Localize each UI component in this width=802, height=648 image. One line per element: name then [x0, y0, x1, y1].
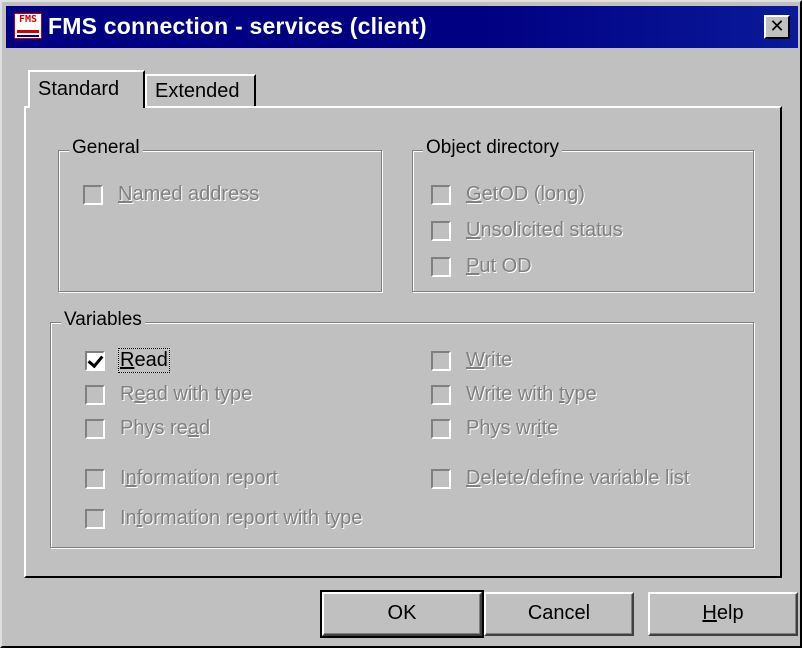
- label-mnemonic: f: [136, 507, 143, 529]
- label-first-letter: U: [466, 219, 481, 241]
- label-mnemonic: t: [558, 383, 565, 405]
- label-first-letter: R: [120, 349, 135, 371]
- checkbox-box[interactable]: [85, 509, 105, 529]
- checkbox-box[interactable]: [431, 385, 451, 405]
- checkbox-label: Delete/define variable list: [466, 467, 690, 489]
- cancel-button-label: Cancel: [527, 602, 591, 624]
- tab-standard-label: Standard: [38, 78, 120, 100]
- label-first-letter: W: [466, 349, 485, 371]
- checkbox-label: Write with type: [466, 383, 597, 405]
- object-directory-legend: Object directory: [423, 137, 563, 159]
- checkbox-box[interactable]: [85, 385, 105, 405]
- checkbox-box[interactable]: [431, 185, 451, 205]
- cancel-button[interactable]: Cancel: [484, 592, 634, 636]
- checkbox-label: Unsolicited status: [466, 219, 623, 241]
- help-button-label: Help: [702, 602, 744, 624]
- checkbox-box[interactable]: [431, 419, 451, 439]
- checkbox-label: Put OD: [466, 255, 532, 277]
- checkbox-label: GetOD (long): [466, 183, 585, 205]
- checkbox-label: Information report with type: [120, 507, 363, 529]
- label-mnemonic: e: [134, 383, 146, 405]
- label-first-letter: P: [466, 255, 480, 277]
- window-title: FMS connection - services (client): [48, 13, 427, 39]
- checkbox-label: Information report: [120, 467, 278, 489]
- tab-extended-label: Extended: [155, 80, 240, 102]
- checkbox-label: Write: [466, 349, 513, 371]
- checkbox-label: Phys read: [120, 417, 211, 439]
- label-first-letter: G: [466, 183, 482, 205]
- ok-button-label: OK: [387, 602, 417, 624]
- checkbox-box[interactable]: [431, 221, 451, 241]
- checkbox-label: Read with type: [120, 383, 253, 405]
- general-group-legend: General: [69, 137, 143, 159]
- dialog-window: FMS FMS connection - services (client) ✕…: [0, 0, 802, 648]
- label-first-letter: H: [702, 602, 717, 624]
- tab-extended[interactable]: Extended: [145, 74, 256, 106]
- label-rest: amed address: [132, 183, 260, 205]
- checkbox-box[interactable]: [85, 351, 105, 371]
- checkbox-label: Read: [118, 348, 170, 373]
- checkbox-label: Phys write: [466, 417, 559, 439]
- checkbox-box[interactable]: [431, 351, 451, 371]
- close-icon: ✕: [769, 16, 785, 37]
- checkbox-box[interactable]: [431, 257, 451, 277]
- app-icon-label: FMS: [18, 14, 38, 25]
- checkbox-label: Named address: [118, 183, 259, 206]
- close-button[interactable]: ✕: [764, 15, 790, 39]
- label-first-letter: N: [118, 183, 133, 205]
- tab-standard[interactable]: Standard: [28, 70, 145, 108]
- label-mnemonic: i: [537, 417, 542, 439]
- ok-button[interactable]: OK: [320, 590, 484, 638]
- label-mnemonic: n: [125, 467, 137, 489]
- checkbox-box[interactable]: [83, 185, 103, 205]
- label-mnemonic: a: [187, 417, 199, 439]
- general-group: General Named address: [58, 137, 382, 292]
- title-bar[interactable]: FMS FMS connection - services (client) ✕: [6, 6, 798, 48]
- checkbox-box[interactable]: [431, 469, 451, 489]
- variables-legend: Variables: [61, 309, 145, 331]
- checkbox-box[interactable]: [85, 469, 105, 489]
- variables-group: Variables Read Read with type Phys read …: [50, 309, 754, 548]
- object-directory-group: Object directory GetOD (long) Unsolicite…: [412, 137, 754, 292]
- fms-app-icon: FMS: [14, 13, 42, 39]
- help-button[interactable]: Help: [648, 592, 798, 636]
- label-first-letter: D: [466, 467, 481, 489]
- checkbox-box[interactable]: [85, 419, 105, 439]
- tab-panel-standard: General Named address Object directory G…: [24, 106, 782, 578]
